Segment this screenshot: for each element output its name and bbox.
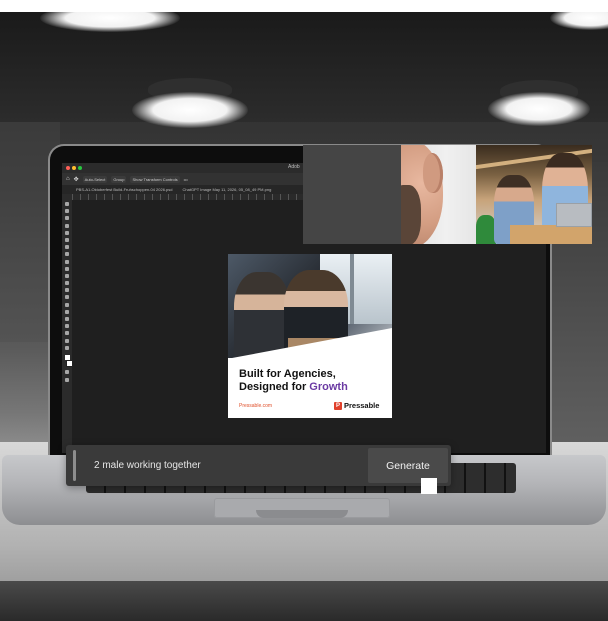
laptop-front-notch — [256, 510, 348, 518]
history-brush-icon[interactable] — [65, 266, 69, 271]
show-transform-checkbox[interactable]: Show Transform Controls — [130, 175, 180, 183]
stamp-tool-icon[interactable] — [65, 259, 69, 264]
ad-headline-line1: Built for Agencies, — [239, 368, 336, 380]
home-icon[interactable]: ⌂ — [66, 176, 70, 182]
prompt-input[interactable] — [80, 450, 365, 481]
quick-mask-icon[interactable] — [65, 370, 69, 375]
auto-select-checkbox[interactable]: Auto-Select — [82, 175, 108, 183]
marquee-tool-icon[interactable] — [65, 209, 69, 214]
generate-prompt-bar: Generate — [66, 445, 451, 486]
pressable-logo-icon: P — [334, 401, 342, 410]
video-tile-person-closeup — [401, 145, 476, 244]
plant — [476, 215, 496, 244]
close-dot-icon[interactable] — [66, 166, 70, 170]
dodge-tool-icon[interactable] — [65, 295, 69, 300]
cursor-indicator — [421, 478, 437, 494]
ad-photo-person-1 — [234, 272, 290, 358]
beard-shape — [401, 185, 421, 244]
pressable-brand-name: Pressable — [344, 401, 380, 410]
ad-headline-line2: Designed for Growth — [239, 381, 348, 394]
ceiling-lamp-3 — [132, 92, 248, 128]
lasso-tool-icon[interactable] — [65, 216, 69, 221]
team-laptop — [556, 203, 592, 227]
more-tools-icon[interactable] — [65, 345, 69, 350]
video-call-panel[interactable] — [303, 145, 592, 244]
ad-headline-prefix: Designed for — [239, 381, 310, 393]
ad-canvas[interactable]: Built for Agencies, Designed for Growth … — [228, 254, 392, 418]
ad-headline: Built for Agencies, Designed for Growth — [239, 368, 348, 394]
video-tile-empty — [303, 145, 401, 244]
hand-tool-icon[interactable] — [65, 331, 69, 336]
ad-url: Pressable.com — [239, 403, 273, 409]
gradient-tool-icon[interactable] — [65, 281, 69, 286]
video-tile-team — [476, 145, 592, 244]
prompt-accent-bar — [73, 450, 76, 481]
zoom-dot-icon[interactable] — [78, 166, 82, 170]
tab-document-1[interactable]: PBS-A1-Oktoberfest Build-Fruhschoppen-04… — [76, 187, 173, 192]
ear-shape — [423, 153, 443, 193]
pressable-logo: P Pressable — [334, 401, 379, 410]
eraser-tool-icon[interactable] — [65, 273, 69, 278]
minimize-dot-icon[interactable] — [72, 166, 76, 170]
background-color-swatch[interactable] — [65, 360, 73, 368]
type-tool-icon[interactable] — [65, 309, 69, 314]
desk-edge — [0, 581, 608, 621]
healing-tool-icon[interactable] — [65, 245, 69, 250]
path-select-icon[interactable] — [65, 317, 69, 321]
ceiling-lamp-4 — [488, 92, 590, 126]
group-select[interactable]: Group — [111, 175, 127, 183]
ps-app-title: Adob — [288, 164, 300, 170]
zoom-tool-icon[interactable] — [65, 338, 69, 343]
shape-tool-icon[interactable] — [65, 324, 69, 329]
brush-tool-icon[interactable] — [65, 252, 69, 257]
frame-tool-icon[interactable] — [65, 230, 69, 235]
team-desk — [510, 225, 592, 244]
move-tool-icon[interactable] — [65, 202, 69, 206]
blur-tool-icon[interactable] — [65, 288, 69, 293]
pen-tool-icon[interactable] — [65, 302, 69, 307]
ad-headline-accent: Growth — [309, 381, 348, 393]
ps-toolbar — [62, 194, 73, 453]
more-options-button[interactable]: ••• — [184, 177, 188, 182]
eyedropper-tool-icon[interactable] — [65, 237, 69, 242]
crop-tool-icon[interactable] — [65, 223, 69, 228]
move-tool-icon[interactable]: ✥ — [74, 176, 79, 183]
screen-mode-icon[interactable] — [65, 377, 69, 382]
tab-document-2[interactable]: ChatGPT Image May 11, 2026, 05_08_49 PM.… — [183, 187, 272, 192]
